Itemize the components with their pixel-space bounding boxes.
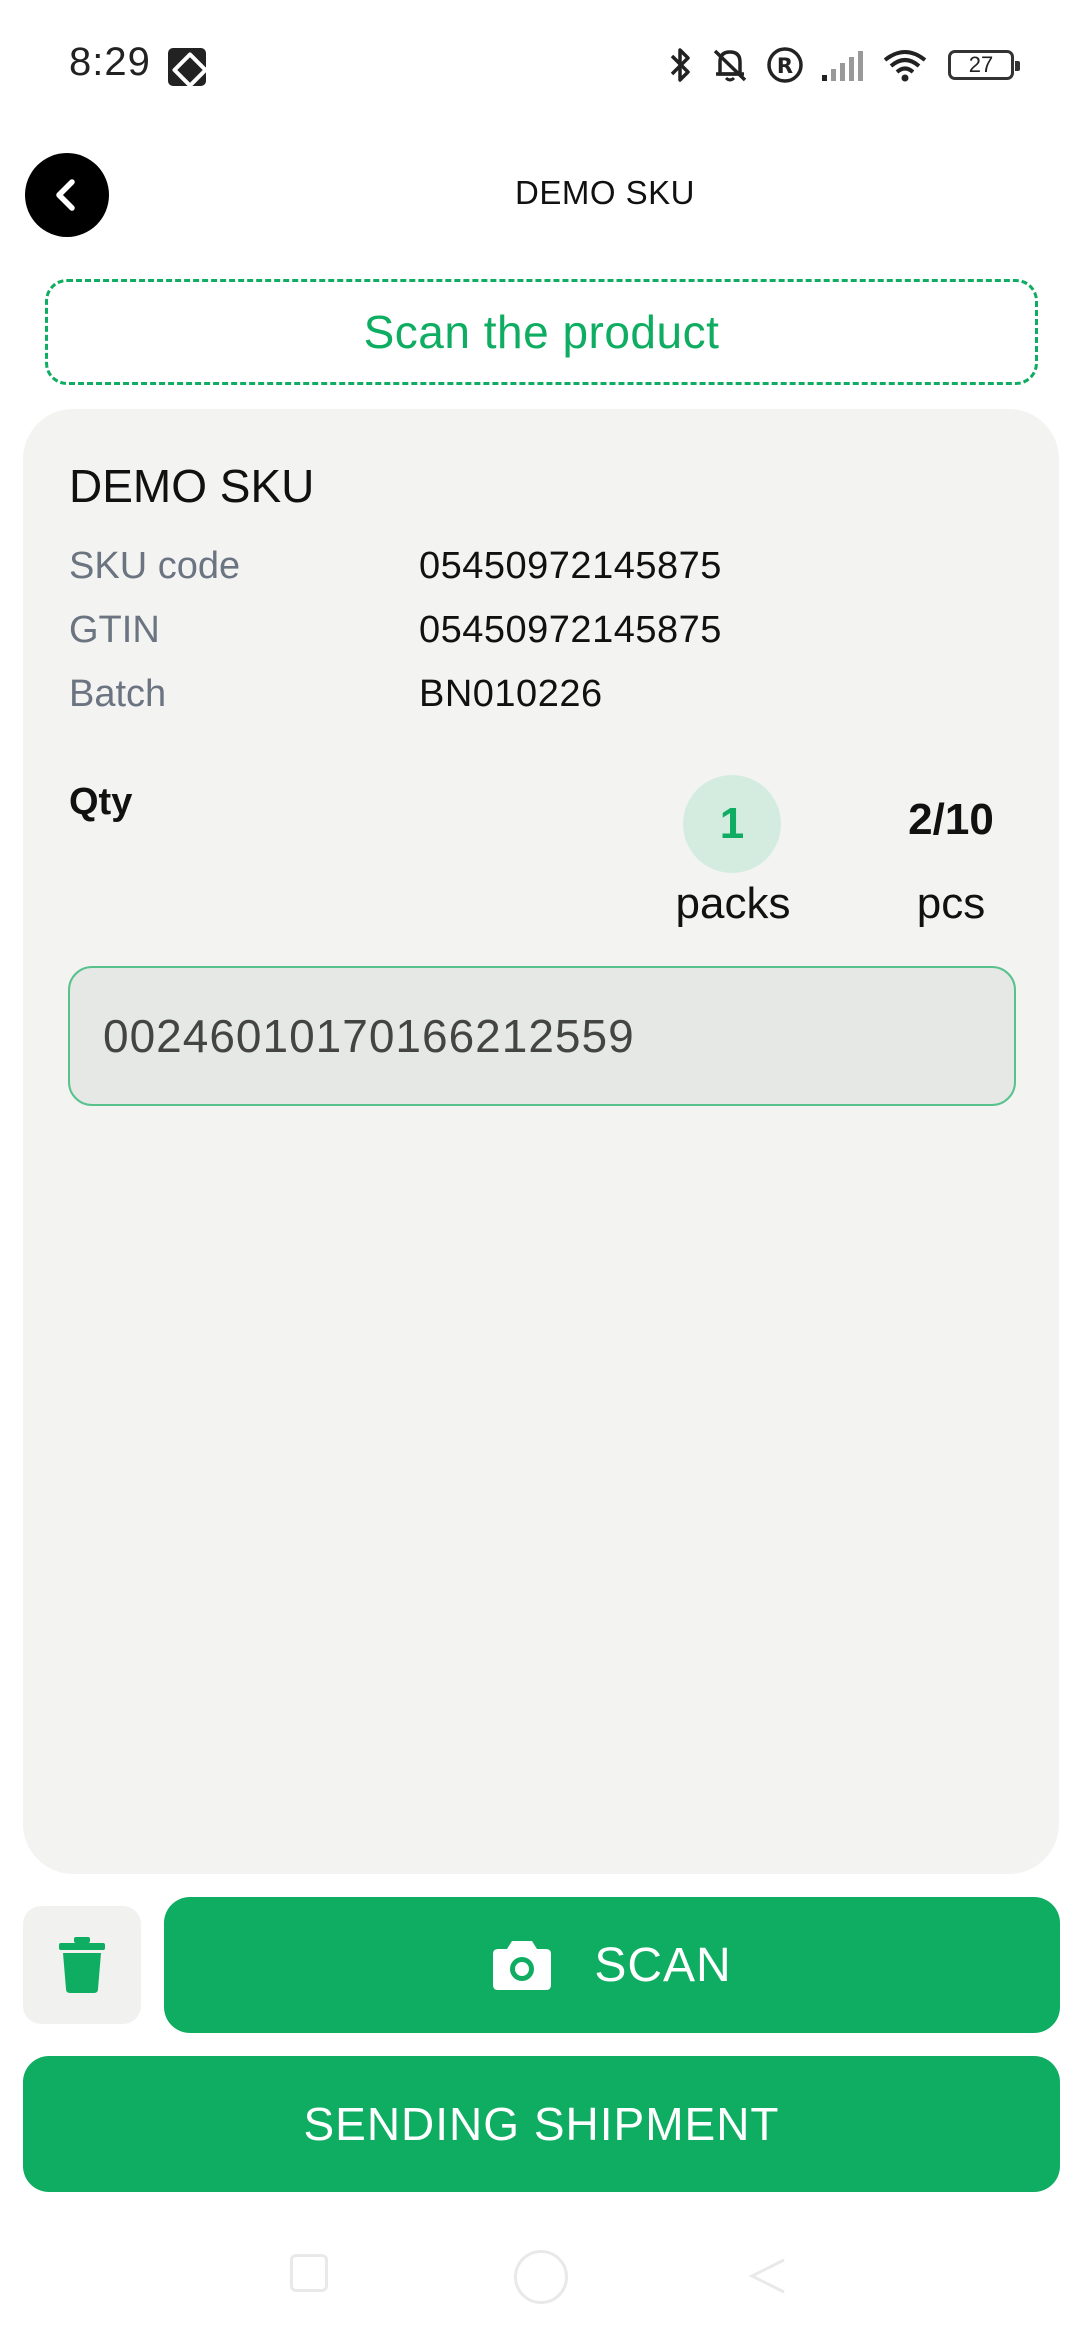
- send-shipment-label: SENDING SHIPMENT: [303, 2098, 780, 2150]
- trash-icon: [59, 1937, 105, 1993]
- batch-value: BN010226: [419, 673, 603, 715]
- send-shipment-button[interactable]: SENDING SHIPMENT: [23, 2056, 1060, 2192]
- recent-apps-icon[interactable]: [290, 2254, 328, 2292]
- delete-button[interactable]: [23, 1906, 141, 2024]
- pcs-label: pcs: [916, 879, 986, 928]
- wifi-icon: [882, 48, 928, 82]
- status-time: 8:29: [69, 40, 151, 84]
- system-back-icon[interactable]: [748, 2256, 788, 2296]
- home-icon[interactable]: [514, 2250, 568, 2304]
- page-title: DEMO SKU: [514, 174, 696, 211]
- qty-label: Qty: [69, 781, 133, 823]
- battery-level: 27: [968, 52, 994, 77]
- product-name: DEMO SKU: [69, 460, 315, 512]
- scanned-code-input[interactable]: [68, 966, 1016, 1106]
- system-nav-bar: [0, 2240, 1080, 2340]
- pcs-count: 2/10: [908, 795, 994, 844]
- scan-button[interactable]: SCAN: [164, 1897, 1060, 2033]
- bluetooth-icon: [668, 46, 694, 84]
- batch-label: Batch: [69, 673, 167, 715]
- battery-icon: 27: [948, 50, 1020, 80]
- camera-icon: [493, 1941, 552, 1990]
- sku-code-label: SKU code: [69, 545, 241, 587]
- mute-icon: [710, 46, 750, 84]
- app-notification-icon: [168, 48, 206, 86]
- scan-hint-text: Scan the product: [363, 306, 720, 358]
- registered-icon: R: [766, 46, 804, 84]
- gtin-label: GTIN: [69, 609, 160, 651]
- scan-button-label: SCAN: [594, 1938, 732, 1992]
- status-icons: R 27: [668, 40, 1020, 90]
- product-card: DEMO SKU SKU code 05450972145875 GTIN 05…: [23, 409, 1059, 1874]
- packs-label: packs: [675, 879, 791, 928]
- sku-code-value: 05450972145875: [419, 545, 722, 587]
- gtin-value: 05450972145875: [419, 609, 722, 651]
- status-bar: 8:29 R 27: [0, 0, 1080, 132]
- signal-icon: [820, 48, 866, 82]
- packs-count: 1: [683, 775, 781, 873]
- svg-text:R: R: [777, 54, 793, 78]
- scan-hint: Scan the product: [45, 279, 1038, 385]
